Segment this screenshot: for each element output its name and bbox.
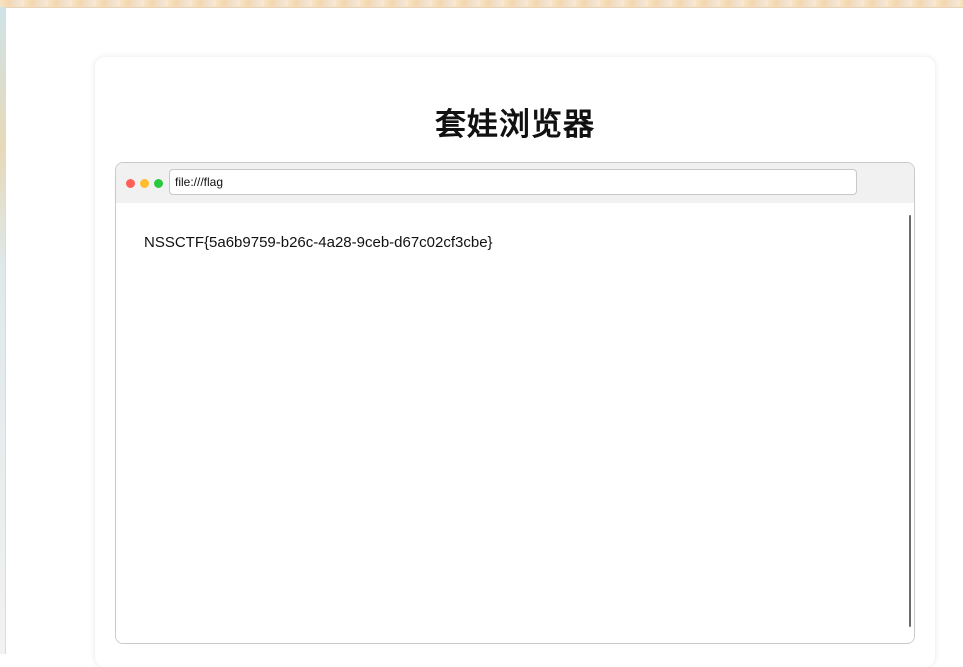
close-dot-icon[interactable] bbox=[126, 179, 135, 188]
content-scrollbar[interactable] bbox=[909, 215, 911, 627]
page-title: 套娃浏览器 bbox=[435, 107, 595, 143]
background-strip bbox=[0, 7, 6, 654]
maximize-dot-icon[interactable] bbox=[154, 179, 163, 188]
content-text: NSSCTF{5a6b9759-b26c-4a28-9ceb-d67c02cf3… bbox=[144, 234, 493, 251]
top-banner-image bbox=[0, 0, 963, 8]
main-card: 套娃浏览器 NSSCTF{5a6b9759-b26c-4a28-9ceb-d67… bbox=[95, 57, 935, 667]
browser-content-frame: NSSCTF{5a6b9759-b26c-4a28-9ceb-d67c02cf3… bbox=[116, 203, 914, 643]
nested-browser-window: NSSCTF{5a6b9759-b26c-4a28-9ceb-d67c02cf3… bbox=[115, 162, 915, 644]
address-bar-input[interactable] bbox=[169, 169, 857, 195]
browser-toolbar bbox=[116, 163, 914, 203]
minimize-dot-icon[interactable] bbox=[140, 179, 149, 188]
